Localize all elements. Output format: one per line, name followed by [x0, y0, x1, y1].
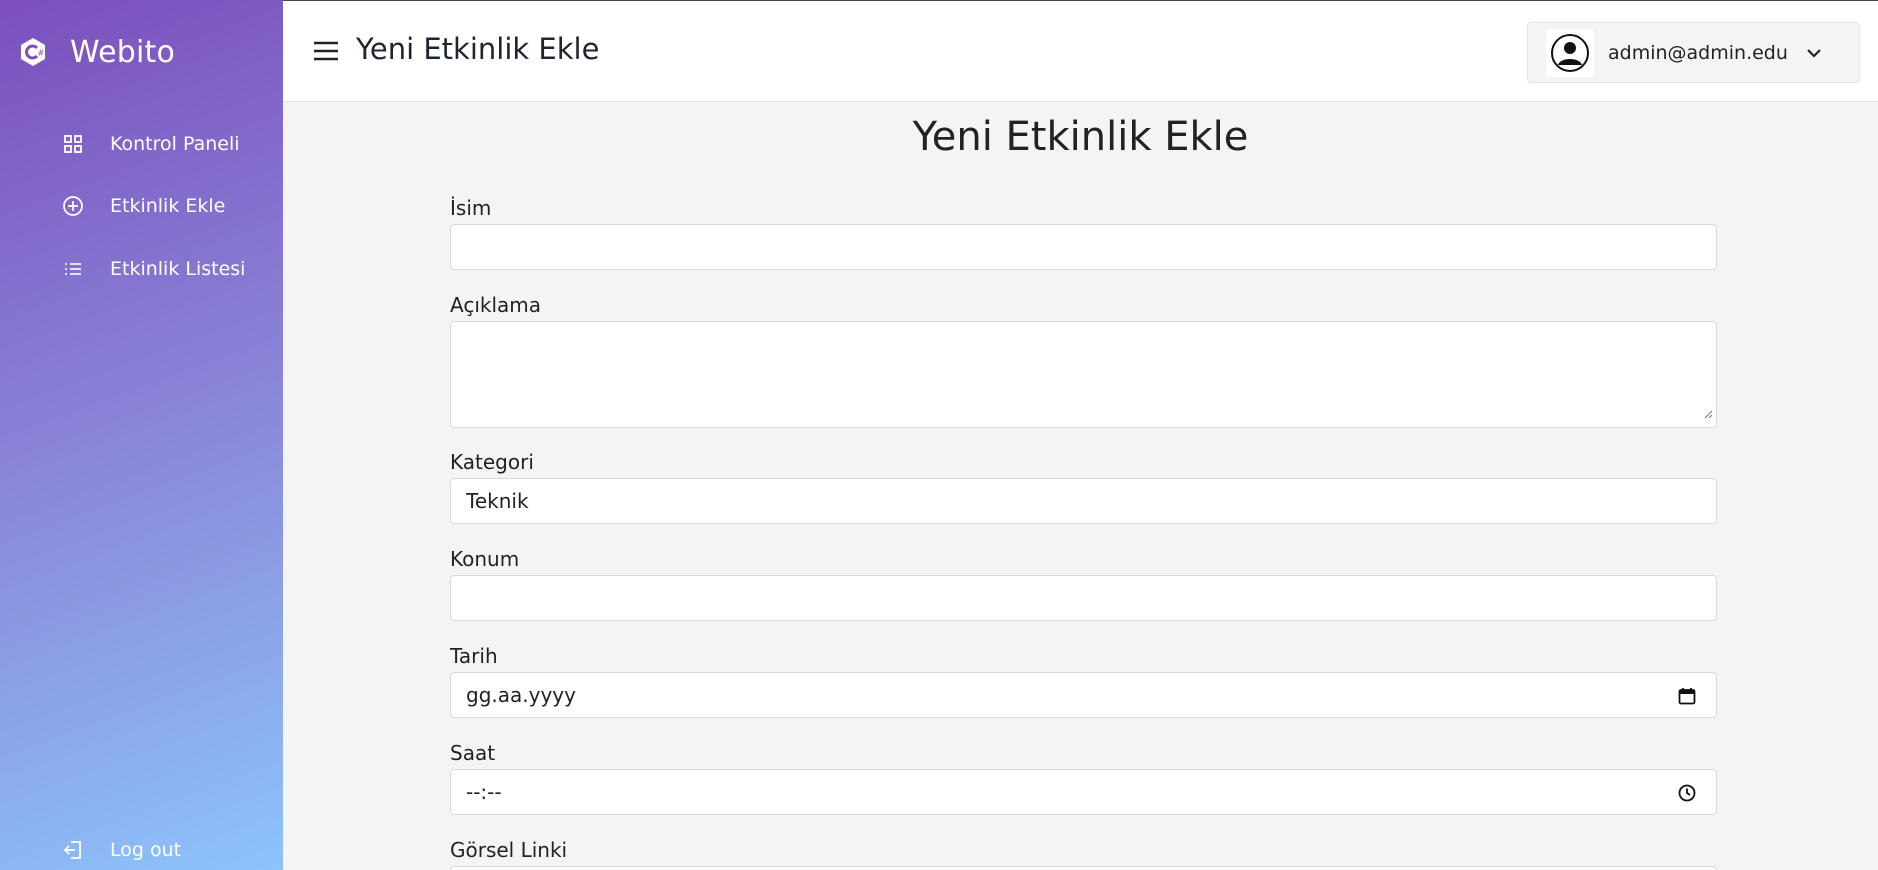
resize-grip-icon[interactable]: [1703, 400, 1713, 424]
date-label: Tarih: [450, 644, 498, 668]
clock-icon[interactable]: [1676, 782, 1698, 804]
plus-circle-icon: [60, 193, 86, 219]
description-label: Açıklama: [450, 293, 542, 317]
location-field[interactable]: [450, 575, 1717, 621]
svg-text:#: #: [38, 49, 45, 58]
sidebar-item-etkinlik-ekle[interactable]: Etkinlik Ekle: [60, 191, 225, 221]
page-header-title: Yeni Etkinlik Ekle: [356, 32, 600, 66]
calendar-icon[interactable]: [1676, 685, 1698, 707]
name-input[interactable]: [466, 235, 1701, 259]
grid-icon: [60, 131, 86, 157]
image-link-label: Görsel Linki: [450, 838, 568, 862]
top-bar: Yeni Etkinlik Ekle admin@admin.edu: [283, 0, 1878, 102]
name-field[interactable]: [450, 224, 1717, 270]
date-placeholder: gg.aa.yyyy: [466, 683, 576, 707]
sidebar-item-label: Etkinlik Ekle: [110, 195, 226, 217]
sidebar-item-etkinlik-listesi[interactable]: Etkinlik Listesi: [60, 254, 245, 284]
time-label: Saat: [450, 741, 496, 765]
user-menu-dropdown[interactable]: admin@admin.edu: [1527, 22, 1860, 83]
logout-icon: [60, 837, 86, 863]
hamburger-menu-icon[interactable]: [311, 38, 341, 64]
date-field[interactable]: gg.aa.yyyy: [450, 672, 1717, 718]
time-placeholder: --:--: [466, 780, 502, 804]
brand-name: Webito: [70, 34, 176, 70]
list-icon: [60, 256, 86, 282]
logout-button[interactable]: Log out: [60, 835, 181, 865]
sidebar: # Webito Kontrol Paneli Etkinlik Ekle Et…: [0, 0, 283, 870]
description-textarea[interactable]: [466, 330, 1701, 420]
location-label: Konum: [450, 547, 520, 571]
category-input[interactable]: [466, 489, 1701, 513]
logo-icon: #: [18, 37, 48, 67]
description-field[interactable]: [450, 321, 1717, 428]
category-field[interactable]: [450, 478, 1717, 524]
logout-label: Log out: [110, 839, 182, 861]
brand[interactable]: # Webito: [18, 32, 175, 72]
time-field[interactable]: --:--: [450, 769, 1717, 815]
location-input[interactable]: [466, 586, 1701, 610]
avatar: [1546, 28, 1594, 77]
name-label: İsim: [450, 196, 492, 220]
image-link-field[interactable]: [450, 866, 1717, 870]
sidebar-item-label: Etkinlik Listesi: [110, 258, 246, 280]
sidebar-item-kontrol-paneli[interactable]: Kontrol Paneli: [60, 129, 240, 159]
sidebar-item-label: Kontrol Paneli: [110, 133, 240, 155]
user-email: admin@admin.edu: [1608, 41, 1788, 64]
chevron-down-icon: [1806, 48, 1822, 58]
category-label: Kategori: [450, 450, 534, 474]
form-title: Yeni Etkinlik Ekle: [912, 114, 1249, 160]
